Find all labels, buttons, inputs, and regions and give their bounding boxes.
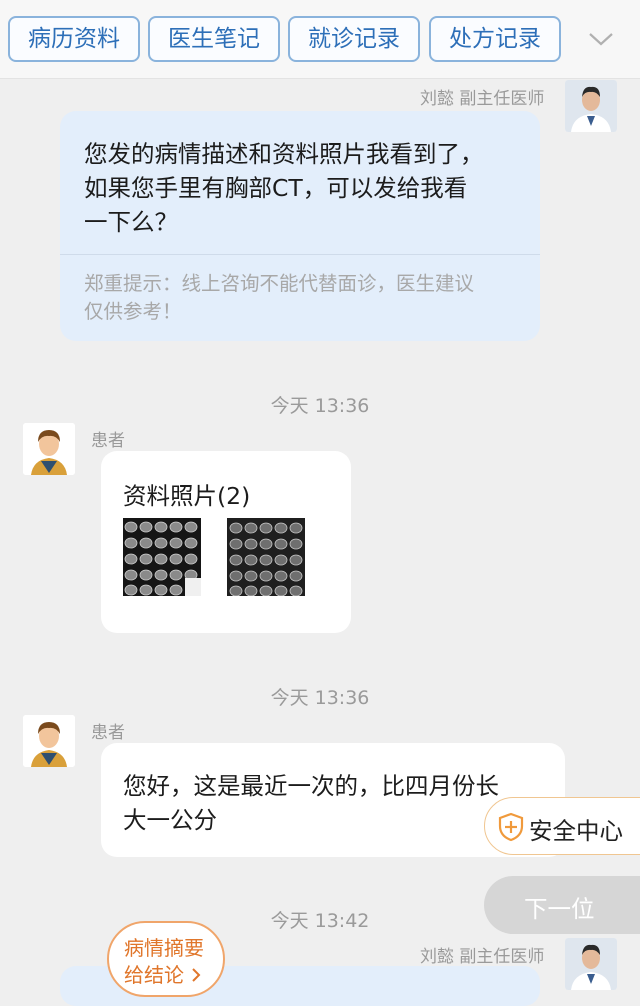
doctor-message-bubble: 您发的病情描述和资料照片我看到了， 如果您手里有胸部CT，可以发给我看 一下么？… xyxy=(60,111,540,341)
ct-image-thumbnail-2[interactable] xyxy=(227,518,305,596)
tab-prescription-records[interactable]: 处方记录 xyxy=(429,16,561,62)
tab-medical-records[interactable]: 病历资料 xyxy=(8,16,140,62)
shield-plus-icon xyxy=(498,812,524,842)
consult-notice: 郑重提示：线上咨询不能代替面诊，医生建议 仅供参考！ xyxy=(84,272,475,323)
patient-message-text: 您好，这是最近一次的，比四月份长 大一公分 xyxy=(123,772,499,834)
timestamp: 今天 13:36 xyxy=(270,687,370,709)
patient-name: 患者 xyxy=(91,431,125,451)
summary-label-line1: 病情摘要 xyxy=(124,936,204,960)
ct-image-thumbnail-1[interactable] xyxy=(123,518,201,596)
image-message-title: 资料照片(2) xyxy=(123,482,251,510)
doctor-name: 刘懿 副主任医师 xyxy=(420,89,545,109)
top-tab-bar: 病历资料 医生笔记 就诊记录 处方记录 xyxy=(0,0,640,79)
next-patient-button[interactable]: 下一位 xyxy=(484,876,640,934)
patient-avatar[interactable] xyxy=(23,423,75,475)
patient-avatar[interactable] xyxy=(23,715,75,767)
tab-visit-records[interactable]: 就诊记录 xyxy=(288,16,420,62)
doctor-avatar[interactable] xyxy=(565,80,617,132)
doctor-message-text: 您发的病情描述和资料照片我看到了， 如果您手里有胸部CT，可以发给我看 一下么？ xyxy=(84,140,484,236)
safety-center-label: 安全中心 xyxy=(529,817,623,845)
doctor-name: 刘懿 副主任医师 xyxy=(420,947,545,967)
patient-image-message[interactable]: 资料照片(2) xyxy=(101,451,351,633)
doctor-avatar[interactable] xyxy=(565,938,617,990)
case-summary-button[interactable]: 病情摘要 给结论 xyxy=(107,921,225,997)
next-patient-label: 下一位 xyxy=(524,895,595,923)
patient-name: 患者 xyxy=(91,723,125,743)
tab-doctor-notes[interactable]: 医生笔记 xyxy=(148,16,280,62)
bubble-divider xyxy=(60,254,540,255)
chevron-right-icon xyxy=(192,968,201,982)
timestamp: 今天 13:36 xyxy=(270,395,370,417)
chevron-down-icon[interactable] xyxy=(586,24,616,54)
safety-center-button[interactable]: 安全中心 xyxy=(484,797,640,855)
